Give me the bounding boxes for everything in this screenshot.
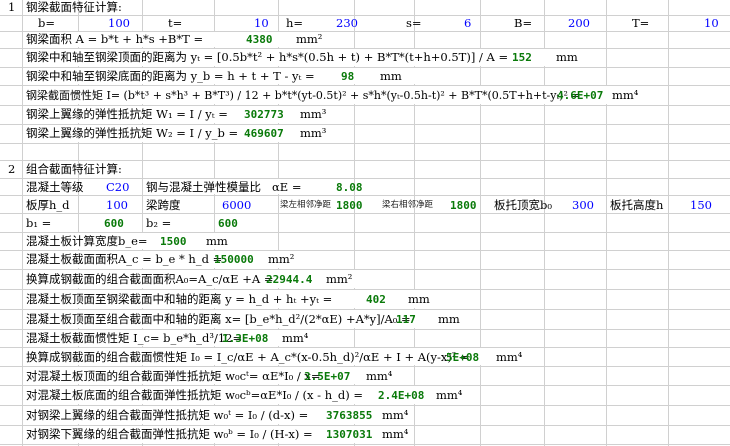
- param-value[interactable]: 1800: [450, 198, 477, 213]
- unit-label: mm⁴: [496, 350, 523, 364]
- param-label: 板托高度h: [610, 198, 664, 212]
- result-value: 152: [512, 51, 532, 64]
- param-label: 钢与混凝土弹性模量比: [146, 180, 261, 194]
- formula-text: 钢梁截面惯性矩 I= (b*t³ + s*h³ + B*T³) / 12 + b…: [26, 89, 581, 102]
- formula-text: 对混凝土板顶面的组合截面弹性抵抗矩 w₀cᵗ= αE*I₀ / x=: [26, 369, 321, 383]
- unit-label: mm²: [268, 252, 295, 266]
- formula-text: 钢梁上翼缘的弹性抵抗矩 W₁ = I / yₜ =: [26, 107, 228, 121]
- param-label: t=: [168, 16, 183, 30]
- grid-row-line: [0, 143, 730, 144]
- unit-label: mm²: [296, 32, 323, 46]
- formula-text: 钢梁上翼缘的弹性抵抗矩 W₂ = I / y_b =: [26, 126, 239, 140]
- result-value: 302773: [244, 108, 284, 121]
- param-value[interactable]: 10: [704, 16, 719, 31]
- result-value: 600: [218, 217, 238, 230]
- result-value: 22944.4: [266, 273, 313, 286]
- unit-label: mm⁴: [612, 88, 639, 102]
- param-label: T=: [632, 16, 650, 30]
- formula-text: 混凝土板截面惯性矩 I_c= b_e*h_d³/12=: [26, 331, 243, 345]
- result-value: 3763855: [326, 409, 373, 422]
- result-value: 600: [104, 217, 124, 230]
- param-value[interactable]: 6000: [222, 198, 251, 213]
- formula-text: 换算成钢截面的组合截面惯性矩 I₀ = I_c/αE + A_c*(x-0.5h…: [26, 350, 470, 364]
- grid-row-line: [0, 195, 730, 196]
- result-value: 1500: [160, 235, 187, 248]
- grid-row-line: [0, 178, 730, 179]
- result-value: 1.3E+08: [222, 332, 269, 345]
- formula-text: 混凝土板计算宽度b_e=: [26, 234, 148, 248]
- formula-text: 对钢梁上翼缘的组合截面弹性抵抗矩 w₀ᵗ = I₀ / (d-x) =: [26, 408, 309, 422]
- param-label: B=: [514, 16, 533, 30]
- param-value[interactable]: 200: [568, 16, 590, 31]
- unit-label: mm⁴: [382, 408, 409, 422]
- param-label: 梁跨度: [146, 198, 181, 212]
- section-number: 2: [8, 162, 16, 176]
- param-label: 板托顶宽b₀: [494, 198, 552, 212]
- formula-text: 混凝土板截面面积A_c = b_e * h_d =: [26, 252, 223, 266]
- param-value[interactable]: 100: [106, 198, 128, 213]
- grid-row-line: [0, 444, 730, 445]
- grid-row-line: [0, 160, 730, 161]
- unit-label: mm³: [300, 107, 327, 121]
- param-value[interactable]: 300: [572, 198, 594, 213]
- result-value: 3.5E+07: [304, 370, 351, 383]
- unit-label: mm: [438, 312, 460, 326]
- result-value: 98: [341, 70, 355, 83]
- param-label: 板厚h_d: [26, 198, 70, 212]
- section-number: 1: [8, 0, 16, 14]
- result-value: 4.6E+07: [557, 89, 604, 102]
- result-value: 4380: [246, 33, 273, 46]
- formula-text: 换算成钢截面的组合截面面积A₀=A_c/αE +A =: [26, 272, 274, 286]
- param-value[interactable]: 230: [336, 16, 358, 31]
- unit-label: mm: [556, 50, 578, 64]
- formula-text: 钢梁面积 A = b*t + h*s +B*T =: [26, 32, 204, 46]
- param-label: b=: [38, 16, 55, 30]
- result-value: 469607: [244, 127, 284, 140]
- param-label: 梁左相邻净距: [280, 200, 332, 210]
- unit-label: mm⁴: [282, 331, 309, 345]
- param-symbol: αE =: [272, 180, 302, 194]
- unit-label: mm: [380, 69, 402, 83]
- unit-label: mm²: [326, 272, 353, 286]
- param-value[interactable]: 10: [254, 16, 269, 31]
- param-value[interactable]: C20: [106, 180, 129, 195]
- result-value: 5E+08: [446, 351, 480, 364]
- formula-text: 混凝土板顶面至组合截面中和轴的距离 x= [b_e*h_d²/(2*αE) +A…: [26, 312, 411, 326]
- section-title: 钢梁截面特征计算:: [26, 0, 122, 14]
- formula-text: 钢梁中和轴至钢梁顶面的距离为 yₜ = [0.5b*t² + h*s*(0.5h…: [26, 50, 509, 64]
- result-value: 150000: [214, 253, 254, 266]
- param-label: 梁右相邻净距: [382, 200, 434, 210]
- result-value: 8.08: [336, 181, 363, 194]
- formula-text: 混凝土板顶面至钢梁截面中和轴的距离 y = h_d + hₜ +yₜ =: [26, 292, 333, 306]
- unit-label: mm: [408, 292, 430, 306]
- unit-label: mm⁴: [366, 369, 393, 383]
- param-label: h=: [286, 16, 304, 30]
- param-label: b₁ =: [26, 216, 52, 230]
- unit-label: mm⁴: [436, 388, 463, 402]
- spreadsheet: 1 钢梁截面特征计算: b= 100 t= 10 h= 230 s= 6 B= …: [0, 0, 730, 446]
- param-label: b₂ =: [146, 216, 172, 230]
- param-value[interactable]: 6: [464, 16, 471, 31]
- formula-text: 对混凝土板底面的组合截面弹性抵抗矩 w₀cᵇ=αE*I₀ / (x - h_d)…: [26, 388, 363, 402]
- section-title: 组合截面特征计算:: [26, 162, 122, 176]
- result-value: 2.4E+08: [378, 389, 425, 402]
- grid-row-line: [0, 213, 730, 214]
- param-value[interactable]: 1800: [336, 198, 363, 213]
- unit-label: mm: [206, 234, 228, 248]
- result-value: 402: [366, 293, 386, 306]
- formula-text: 钢梁中和轴至钢梁底面的距离为 y_b = h + t + T - yₜ =: [26, 69, 315, 83]
- result-value: 117: [396, 313, 416, 326]
- result-value: 1307031: [326, 428, 373, 441]
- unit-label: mm⁴: [382, 427, 409, 441]
- param-label: s=: [406, 16, 422, 30]
- unit-label: mm³: [300, 126, 327, 140]
- param-value[interactable]: 100: [108, 16, 130, 31]
- param-label: 混凝土等级: [26, 180, 84, 194]
- formula-text: 对钢梁下翼缘的组合截面弹性抵抗矩 w₀ᵇ = I₀ / (H-x) =: [26, 427, 313, 441]
- param-value[interactable]: 150: [690, 198, 712, 213]
